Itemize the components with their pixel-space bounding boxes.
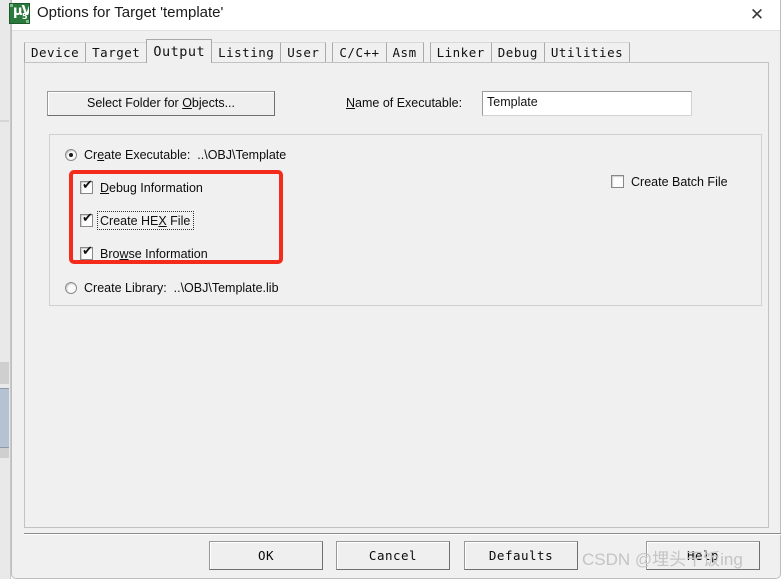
tab-debug[interactable]: Debug: [490, 42, 545, 62]
debug-information-label[interactable]: Debug Information: [100, 181, 203, 195]
help-button[interactable]: Help: [646, 541, 760, 570]
icon-glyph-sub: 5: [22, 12, 28, 21]
background-strip: [0, 448, 9, 458]
tab-listing[interactable]: Listing: [211, 42, 282, 62]
create-executable-path: ..\OBJ\Template: [197, 148, 287, 162]
background-strip: [0, 120, 9, 122]
create-executable-radio[interactable]: [65, 149, 77, 161]
name-of-executable-input[interactable]: Template: [482, 91, 692, 116]
tab-user[interactable]: User: [280, 42, 327, 62]
check-mark-icon: ✔: [82, 178, 93, 193]
select-folder-label: Select Folder for Objects...: [87, 96, 235, 110]
ok-button[interactable]: OK: [209, 541, 323, 570]
options-dialog: µV 5 Options for Target 'template' ✕ Dev…: [9, 0, 781, 579]
create-batch-file-checkbox[interactable]: [611, 175, 624, 188]
title-bar: µV 5 Options for Target 'template' ✕: [9, 0, 780, 31]
name-of-executable-label: Name of Executable:: [346, 96, 463, 110]
create-library-label[interactable]: Create Library: ..\OBJ\Template.lib: [84, 281, 279, 295]
tab-utilities[interactable]: Utilities: [543, 42, 631, 62]
create-batch-file-label[interactable]: Create Batch File: [631, 175, 728, 189]
radio-dot: [69, 153, 73, 157]
screen: µV 5 Options for Target 'template' ✕ Dev…: [0, 0, 781, 579]
window-title: Options for Target 'template': [37, 4, 224, 21]
tab-target[interactable]: Target: [85, 42, 148, 62]
close-icon[interactable]: ✕: [734, 0, 780, 30]
create-library-radio[interactable]: [65, 282, 77, 294]
tab-c-cpp[interactable]: C/C++: [332, 42, 387, 62]
watermark-prefix: CSDN @: [582, 550, 653, 569]
check-mark-icon: ✔: [82, 244, 93, 259]
browse-information-label[interactable]: Browse Information: [100, 247, 208, 261]
defaults-button[interactable]: Defaults: [464, 541, 578, 570]
tab-asm[interactable]: Asm: [385, 42, 424, 62]
create-hex-file-label[interactable]: Create HEX File: [100, 214, 190, 228]
select-folder-for-objects-button[interactable]: Select Folder for Objects...: [47, 91, 275, 116]
browse-information-checkbox[interactable]: ✔: [80, 244, 93, 260]
create-library-path: ..\OBJ\Template.lib: [173, 281, 279, 295]
tab-output[interactable]: Output: [146, 39, 213, 63]
check-mark-icon: ✔: [82, 211, 93, 226]
cancel-button[interactable]: Cancel: [336, 541, 450, 570]
create-library-text: Create Library:: [84, 281, 174, 295]
footer-divider: [24, 533, 781, 535]
uvision-icon: µV 5: [9, 3, 30, 24]
tab-device[interactable]: Device: [24, 42, 87, 62]
background-strip: [0, 362, 9, 384]
background-window-sliver: [0, 0, 11, 579]
create-executable-label[interactable]: Create Executable: ..\OBJ\Template: [84, 148, 286, 162]
tab-strip: Device Target Output Listing User C/C++ …: [24, 39, 631, 63]
debug-information-checkbox[interactable]: ✔: [80, 178, 93, 194]
create-hex-file-checkbox[interactable]: ✔: [80, 211, 93, 227]
create-executable-text: Create Executable:: [84, 148, 198, 162]
tab-linker[interactable]: Linker: [429, 42, 492, 62]
title-divider: [12, 30, 780, 31]
background-scrollbar-thumb[interactable]: [0, 388, 9, 448]
